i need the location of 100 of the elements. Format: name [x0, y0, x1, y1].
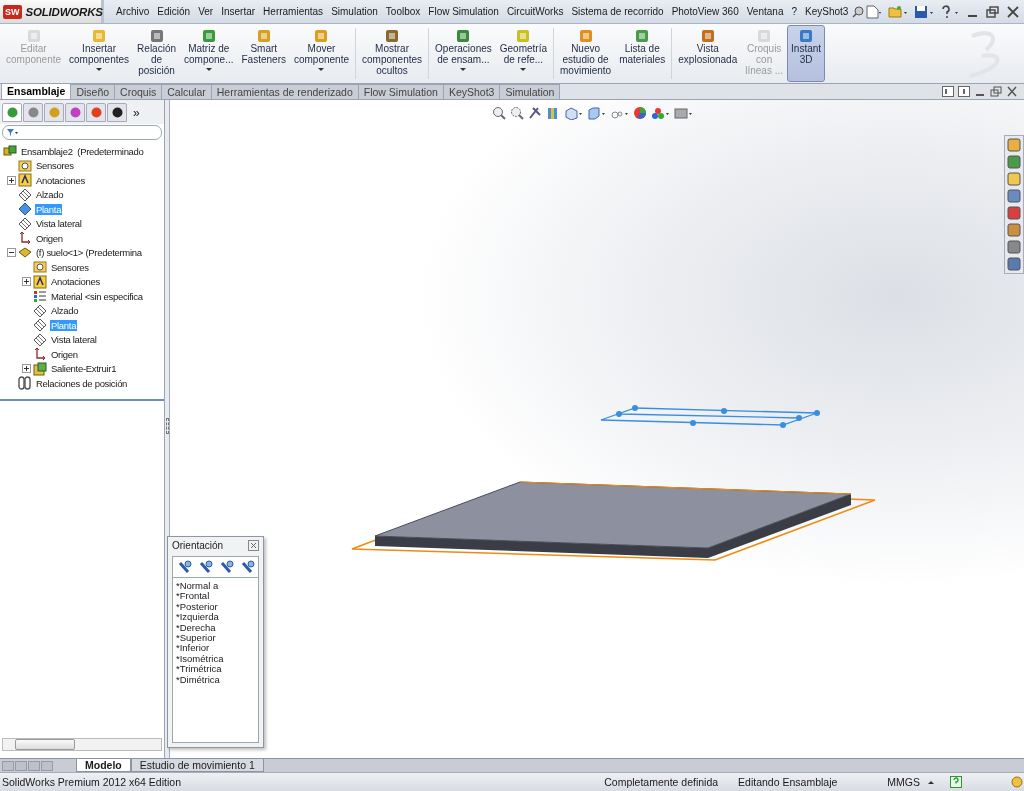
- tree-item[interactable]: Material <sin especifica: [50, 290, 144, 302]
- app-logo: SOLIDWORKS: [25, 5, 103, 18]
- menu-item[interactable]: CircuitWorks: [502, 5, 568, 18]
- tree-item[interactable]: Vista lateral: [35, 218, 83, 230]
- restore-icon[interactable]: [990, 86, 1002, 97]
- status-text: SolidWorks Premium 2012 x64 Edition: [2, 776, 181, 788]
- menu-item[interactable]: Toolbox: [381, 5, 425, 18]
- view-settings-icon[interactable]: [674, 106, 693, 120]
- menu-item[interactable]: Herramientas: [259, 5, 328, 18]
- view-list-item[interactable]: *Frontal: [176, 591, 255, 602]
- assembly-icon: [3, 144, 17, 159]
- panel-tab[interactable]: [107, 103, 127, 122]
- previous-view-icon[interactable]: [528, 106, 542, 120]
- update-view-icon[interactable]: [199, 560, 213, 574]
- more-tabs-button[interactable]: »: [128, 105, 140, 120]
- menu-item[interactable]: Edición: [153, 5, 195, 18]
- tile-horizontal-icon[interactable]: [942, 86, 954, 97]
- view-list-item[interactable]: *Dimétrica: [176, 674, 255, 686]
- tab[interactable]: Croquis: [114, 84, 163, 99]
- menu-item[interactable]: Ventana: [742, 5, 788, 18]
- menu-item[interactable]: ?: [787, 5, 801, 18]
- save-icon[interactable]: [914, 4, 935, 19]
- tree-item[interactable]: Origen: [35, 232, 64, 244]
- expand-toggle[interactable]: [7, 248, 16, 258]
- ribbon-button[interactable]: Mover componente: [289, 25, 353, 82]
- menu-item[interactable]: Sistema de recorrido: [567, 5, 668, 18]
- ribbon-button[interactable]: Geometría de refe...: [495, 25, 551, 82]
- ribbon-button[interactable]: Nuevo estudio de movimiento: [556, 25, 616, 82]
- filter-field[interactable]: [2, 125, 162, 140]
- close-icon[interactable]: [1006, 4, 1021, 19]
- menu-item[interactable]: Archivo: [112, 5, 154, 18]
- menu-item[interactable]: Flow Simulation: [424, 5, 503, 18]
- view-list-item[interactable]: *Trimétrica: [176, 664, 255, 675]
- open-folder-icon[interactable]: [888, 4, 909, 19]
- restore-icon[interactable]: [986, 4, 1001, 19]
- tree-item[interactable]: Saliente-Extruir1: [50, 363, 118, 375]
- tab[interactable]: Modelo: [76, 759, 131, 772]
- view-list-item[interactable]: *Inferior: [176, 643, 255, 654]
- zoom-area-icon[interactable]: [510, 106, 524, 120]
- display-style-icon[interactable]: [587, 106, 606, 120]
- tree-item[interactable]: Ensamblaje2 (Predeterminado: [20, 145, 145, 157]
- view-list-item[interactable]: *Posterior: [176, 601, 255, 613]
- scene-icon[interactable]: [651, 106, 670, 120]
- expand-toggle[interactable]: [7, 175, 16, 185]
- part-icon: [18, 245, 32, 260]
- section-view-icon[interactable]: [546, 106, 560, 120]
- expand-toggle[interactable]: [22, 364, 31, 374]
- tab[interactable]: Estudio de movimiento 1: [130, 759, 264, 772]
- tree-item[interactable]: Sensores: [50, 261, 90, 273]
- expand-toggle[interactable]: [22, 277, 31, 287]
- view-orientation-icon[interactable]: [564, 106, 583, 120]
- tab[interactable]: Simulation: [499, 84, 561, 99]
- horizontal-scrollbar[interactable]: [2, 738, 162, 751]
- menu-item[interactable]: Simulation: [327, 5, 382, 18]
- ribbon-button[interactable]: Lista de materiales: [615, 25, 670, 82]
- ribbon-button[interactable]: Relación de posición: [133, 25, 180, 82]
- tab[interactable]: Herramientas de renderizado: [210, 84, 359, 99]
- reset-views-icon[interactable]: [220, 560, 234, 574]
- annotation-folder-icon: [18, 173, 32, 188]
- tree-item[interactable]: Sensores: [35, 160, 75, 172]
- close-button[interactable]: [248, 540, 259, 551]
- extrude-feature-icon: [33, 361, 47, 376]
- zoom-to-fit-icon[interactable]: [492, 106, 506, 120]
- tile-vertical-icon[interactable]: [958, 86, 970, 97]
- close-icon[interactable]: [1006, 86, 1018, 97]
- ribbon-button[interactable]: Vista explosionada: [674, 25, 742, 82]
- menu-item[interactable]: Ver: [194, 5, 218, 18]
- tree-item[interactable]: Anotaciones: [35, 174, 86, 186]
- tree-item[interactable]: Alzado: [35, 189, 65, 201]
- new-document-icon[interactable]: [864, 4, 883, 19]
- tab[interactable]: Calcular: [161, 84, 212, 99]
- new-view-icon[interactable]: [178, 560, 192, 574]
- view-list-item[interactable]: *Normal a: [176, 581, 255, 592]
- menu-item[interactable]: KeyShot3: [801, 5, 853, 18]
- units-field[interactable]: MMGS: [847, 776, 926, 788]
- help-icon[interactable]: [940, 4, 961, 19]
- tab[interactable]: Diseño: [70, 84, 116, 99]
- splitter-handle[interactable]: [166, 418, 169, 434]
- plane-icon: [33, 303, 47, 318]
- tree-item[interactable]: Alzado: [50, 305, 80, 317]
- tree-item[interactable]: Relaciones de posición: [35, 377, 129, 389]
- menu-item[interactable]: Insertar: [217, 5, 260, 18]
- tree-item[interactable]: Vista lateral: [50, 334, 98, 346]
- tree-item[interactable]: Origen: [50, 348, 79, 360]
- tree-item[interactable]: (f) suelo<1> (Predetermina: [35, 247, 143, 259]
- ribbon-button[interactable]: Matriz de compone...: [180, 25, 238, 82]
- tab[interactable]: KeyShot3: [442, 84, 501, 99]
- view-list-item[interactable]: *Derecha: [176, 622, 255, 634]
- view-list-item[interactable]: *Superior: [176, 633, 255, 644]
- ribbon-button[interactable]: Smart Fasteners: [237, 25, 290, 82]
- ribbon-button[interactable]: Operaciones de ensam...: [431, 25, 496, 82]
- ribbon-button[interactable]: Instant 3D: [787, 25, 826, 82]
- ribbon-button[interactable]: Insertar componentes: [65, 25, 134, 82]
- dialog-title: Orientación: [172, 540, 224, 551]
- tab[interactable]: Flow Simulation: [357, 84, 444, 99]
- view-list-item[interactable]: *Izquierda: [176, 612, 255, 623]
- ribbon-button[interactable]: Mostrar componentes ocultos: [358, 25, 427, 82]
- tree-item[interactable]: Anotaciones: [50, 276, 101, 288]
- menu-item[interactable]: PhotoView 360: [667, 5, 743, 18]
- view-list-item[interactable]: *Isométrica: [176, 653, 255, 665]
